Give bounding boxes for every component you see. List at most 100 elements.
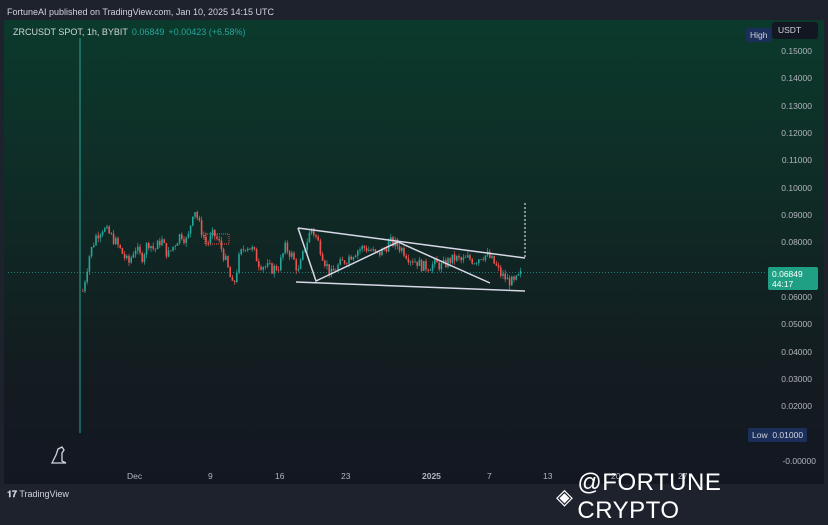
- candle: [370, 249, 372, 251]
- candle: [108, 226, 110, 234]
- candle: [110, 233, 113, 234]
- candle: [519, 270, 522, 275]
- candle: [260, 266, 262, 270]
- candle: [460, 257, 462, 261]
- candle: [458, 256, 460, 258]
- candle: [469, 255, 471, 260]
- candle: [429, 270, 432, 271]
- candle: [467, 255, 469, 258]
- candle: [326, 264, 328, 266]
- candle-countdown: 44:17: [772, 279, 794, 289]
- high-badge: High: [746, 28, 772, 42]
- candle: [117, 238, 119, 245]
- candle: [139, 246, 141, 253]
- y-tick: 0.10000: [781, 183, 812, 193]
- candle: [143, 254, 146, 262]
- x-tick: 16: [275, 471, 285, 481]
- candle: [280, 257, 282, 271]
- candle: [464, 257, 467, 258]
- watermark: ◈ @FORTUNE CRYPTO: [556, 469, 828, 525]
- candle: [115, 238, 117, 245]
- candle: [317, 236, 319, 241]
- candle: [324, 260, 326, 266]
- candle: [152, 246, 154, 249]
- tv-logo-icon: 𝟏𝟕: [7, 489, 18, 499]
- candle: [354, 255, 357, 258]
- candle: [196, 212, 198, 218]
- candle: [240, 249, 242, 255]
- candle: [262, 267, 264, 270]
- candle: [159, 240, 161, 246]
- candle: [156, 240, 159, 250]
- candle: [229, 267, 231, 278]
- candle: [321, 254, 324, 261]
- symbol-price: 0.06849: [131, 27, 165, 37]
- candle: [150, 246, 152, 249]
- candle: [299, 259, 302, 270]
- candle: [207, 242, 209, 244]
- tradingview-brand[interactable]: 𝟏𝟕 TradingView: [7, 489, 69, 500]
- symbol-change: +0.00423 (+6.58%): [168, 27, 246, 37]
- candle: [453, 254, 456, 261]
- candle: [478, 259, 480, 264]
- candle: [416, 261, 418, 266]
- candle: [365, 247, 368, 252]
- candle: [187, 233, 190, 238]
- candle: [343, 260, 346, 264]
- candle: [209, 235, 212, 244]
- y-tick: 0.06000: [781, 292, 812, 302]
- candle: [225, 256, 227, 260]
- candle: [203, 235, 205, 237]
- candle: [161, 239, 163, 246]
- candle: [291, 252, 293, 257]
- candle: [295, 259, 297, 271]
- candle: [101, 231, 104, 235]
- currency-selector[interactable]: USDT: [772, 22, 818, 39]
- current-price-value: 0.06849: [772, 269, 803, 279]
- y-tick: 0.03000: [781, 374, 812, 384]
- candle: [247, 248, 249, 251]
- candle: [306, 242, 308, 250]
- candles: [82, 210, 522, 294]
- tradingview-logo-icon: [50, 446, 67, 464]
- candle: [407, 258, 410, 263]
- candle: [363, 246, 366, 248]
- candle: [244, 250, 247, 251]
- low-value: 0.01000: [772, 430, 804, 440]
- candle: [506, 277, 509, 280]
- x-tick: 23: [341, 471, 351, 481]
- watermark-text: @FORTUNE CRYPTO: [577, 469, 722, 524]
- current-price-label: 0.06849 44:17: [768, 267, 818, 290]
- tv-brand-label: TradingView: [19, 489, 69, 499]
- candle: [130, 257, 132, 263]
- y-tick: 0.11000: [781, 155, 812, 165]
- y-tick: 0.13000: [781, 101, 812, 111]
- y-tick: 0.08000: [781, 237, 812, 247]
- candle: [277, 269, 280, 271]
- candle: [480, 259, 482, 260]
- candle: [185, 237, 187, 243]
- candle: [84, 281, 86, 292]
- candle: [132, 254, 135, 258]
- candle: [123, 253, 126, 259]
- candle: [449, 258, 451, 264]
- candle: [269, 262, 271, 264]
- candle: [227, 256, 229, 268]
- candle: [231, 277, 234, 281]
- candle: [302, 251, 304, 260]
- price-chart[interactable]: [0, 0, 828, 508]
- candle: [473, 263, 476, 265]
- candle: [172, 246, 174, 251]
- candle: [198, 217, 201, 221]
- x-tick: 7: [487, 471, 492, 481]
- candle: [86, 271, 88, 282]
- y-tick: -0.00000: [782, 456, 816, 466]
- candle: [242, 249, 245, 251]
- x-tick: Dec: [127, 471, 143, 481]
- candle: [104, 228, 106, 232]
- candle: [482, 259, 484, 260]
- candle: [266, 262, 269, 267]
- wave-lines: [297, 227, 491, 284]
- candle: [95, 235, 97, 246]
- x-tick: 13: [543, 471, 553, 481]
